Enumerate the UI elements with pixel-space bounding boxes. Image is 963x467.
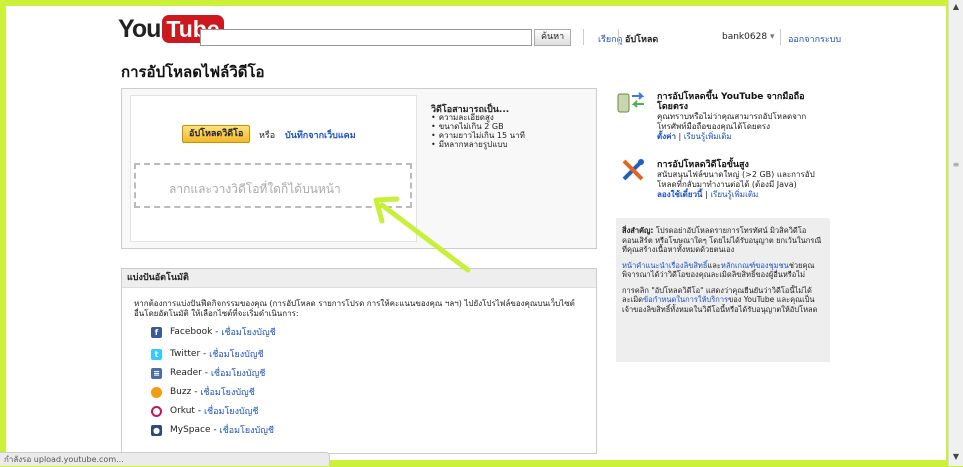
connect-account-link[interactable]: เชื่อมโยงบัญชี	[220, 423, 275, 437]
advanced-upload-info: การอัปโหลดวิดีโอขั้นสูง สนับสนุนไฟล์ขนาด…	[657, 160, 827, 200]
upload-video-button[interactable]: อัปโหลดวิดีโอ	[182, 125, 251, 143]
list-item: ความยาวไม่เกิน 15 นาที	[431, 131, 525, 140]
scroll-thumb[interactable]: ≡	[951, 160, 961, 174]
learn-more-link[interactable]: เรียนรู้เพิ่มเติม	[710, 190, 758, 199]
or-label: หรือ	[259, 131, 276, 141]
advanced-upload-title: การอัปโหลดวิดีโอขั้นสูง	[657, 160, 749, 170]
divider	[618, 29, 619, 45]
terms-of-service-link[interactable]: ข้อกำหนดในการให้บริการ	[643, 295, 728, 304]
and-text: และ	[707, 260, 721, 270]
try-now-link[interactable]: ลองใช้เดี๋ยวนี้	[657, 190, 703, 199]
reader-icon: ≡	[151, 367, 162, 379]
orkut-icon	[151, 405, 162, 417]
share-item-buzz: Buzz - เชื่อมโยงบัญชี	[151, 385, 255, 399]
list-item: ขนาดไม่เกิน 2 GB	[431, 122, 525, 131]
search-input[interactable]	[200, 29, 532, 46]
myspace-icon: ●	[151, 424, 162, 436]
twitter-icon: t	[151, 348, 162, 360]
username-menu[interactable]: bank0628 ▾	[722, 32, 774, 42]
share-item-orkut: Orkut - เชื่อมโยงบัญชี	[151, 404, 258, 418]
list-item: มีหลากหลายรูปแบบ	[431, 140, 525, 149]
upload-link[interactable]: อัปโหลด	[625, 32, 658, 46]
signout-link[interactable]: ออกจากระบบ	[788, 32, 841, 46]
community-guidelines-link[interactable]: หลักเกณฑ์ของชุมชน	[721, 261, 789, 270]
mobile-phone-icon	[616, 88, 650, 117]
connect-account-link[interactable]: เชื่อมโยงบัญชี	[221, 325, 276, 339]
connect-account-link[interactable]: เชื่อมโยงบัญชี	[211, 366, 266, 380]
important-label: สิ่งสำคัญ:	[622, 226, 654, 235]
advanced-upload-desc: สนับสนุนไฟล์ขนาดใหญ่ (>2 GB) และการอัปโห…	[657, 170, 815, 189]
buzz-icon	[151, 386, 162, 398]
scroll-down-icon[interactable]: ▼	[951, 452, 961, 462]
logo-you: You	[118, 14, 161, 43]
search-button[interactable]: ค้นหา	[534, 29, 572, 46]
connect-account-link[interactable]: เชื่อมโยงบัญชี	[200, 385, 255, 399]
service-name: Reader	[170, 368, 202, 378]
mobile-upload-title: การอัปโหลดขึ้น YouTube จากมือถือโดยตรง	[657, 92, 805, 112]
service-name: Twitter	[170, 349, 201, 359]
share-item-reader: ≡ Reader - เชื่อมโยงบัญชี	[151, 366, 265, 380]
auto-share-header: แบ่งปันอัตโนมัติ	[122, 269, 596, 288]
facebook-icon: f	[151, 326, 162, 338]
share-item-facebook: f Facebook - เชื่อมโยงบัญชี	[151, 325, 276, 339]
mobile-upload-info: การอัปโหลดขึ้น YouTube จากมือถือโดยตรง ค…	[657, 92, 827, 142]
service-name: MySpace	[170, 425, 211, 435]
requirements-list: ความละเอียดสูง ขนาดไม่เกิน 2 GB ความยาวไ…	[431, 113, 525, 149]
chevron-down-icon: ▾	[769, 32, 775, 42]
record-webcam-link[interactable]: บันทึกจากเว็บแคม	[285, 128, 356, 142]
tools-icon	[620, 157, 646, 186]
auto-share-description: หากต้องการแบ่งปันฟีดกิจกรรมของคุณ (การอั…	[134, 299, 575, 318]
connect-account-link[interactable]: เชื่อมโยงบัญชี	[204, 404, 259, 418]
share-item-twitter: t Twitter - เชื่อมโยงบัญชี	[151, 347, 264, 361]
status-bar: กำลังรอ upload.youtube.com...	[0, 452, 330, 466]
share-item-myspace: ● MySpace - เชื่อมโยงบัญชี	[151, 423, 275, 437]
mobile-upload-desc: คุณทราบหรือไม่ว่าคุณสามารถอัปโหลดจากโทรศ…	[657, 112, 807, 131]
list-item: ความละเอียดสูง	[431, 113, 525, 122]
divider	[583, 29, 584, 45]
scroll-up-icon[interactable]: ▲	[951, 2, 961, 12]
important-notice: สิ่งสำคัญ: โปรดอย่าอัปโหลดรายการโทรทัศน์…	[616, 218, 830, 362]
drop-zone-text: ลากและวางวิดีโอที่ใดก็ได้บนหน้า	[169, 182, 341, 196]
copyright-tips-link[interactable]: หน้าคำแนะนำเรื่องลิขสิทธิ์	[622, 261, 707, 270]
learn-more-link[interactable]: เรียนรู้เพิ่มเติม	[684, 132, 732, 141]
connect-account-link[interactable]: เชื่อมโยงบัญชี	[209, 347, 264, 361]
service-name: Orkut	[170, 406, 195, 416]
divider	[780, 29, 781, 45]
service-name: Buzz	[170, 387, 192, 397]
page-title: การอัปโหลดไฟล์วิดีโอ	[121, 63, 265, 81]
username: bank0628	[722, 32, 768, 42]
setup-link[interactable]: ตั้งค่า	[657, 132, 676, 141]
service-name: Facebook	[170, 327, 213, 337]
scrollbar[interactable]: ▲ ≡ ▼	[948, 0, 963, 466]
